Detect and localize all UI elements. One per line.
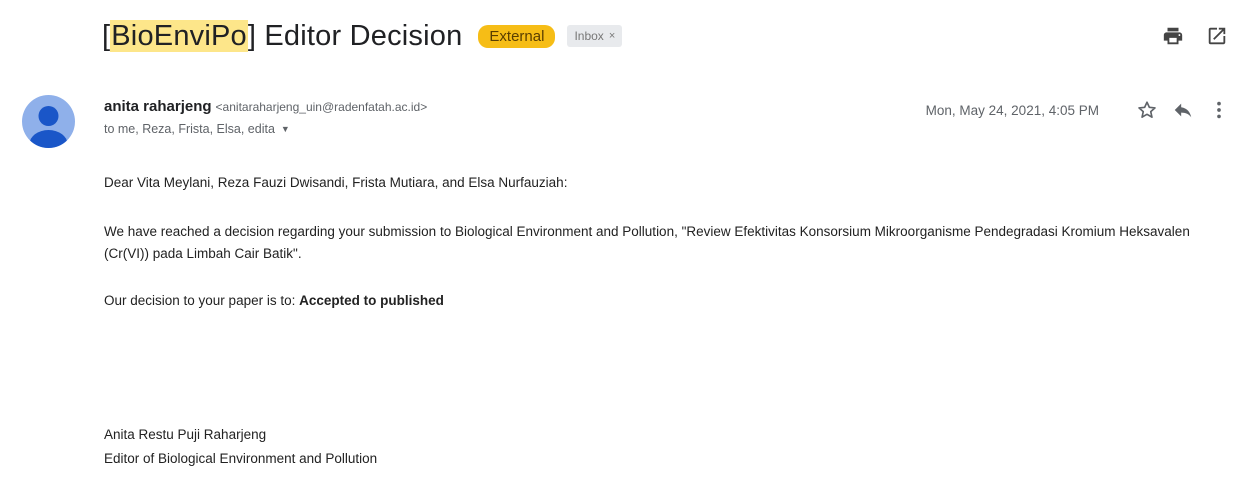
email-view: [BioEnviPo] Editor Decision External Inb… [0,0,1249,496]
open-in-new-icon [1208,27,1226,45]
signature-role: Editor of Biological Environment and Pol… [104,451,378,466]
sender-block: anita raharjeng <anitaraharjeng_uin@rade… [104,98,427,136]
decision-line: Our decision to your paper is to: Accept… [104,290,1214,312]
subject-title: Editor Decision [264,19,463,52]
external-badge: External [478,24,556,48]
default-person-icon [29,106,68,148]
signature-name: Anita Restu Puji Raharjeng [104,427,267,442]
sender-line: anita raharjeng <anitaraharjeng_uin@rade… [104,98,427,115]
greeting: Dear Vita Meylani, Reza Fauzi Dwisandi, … [104,175,568,190]
top-actions [1141,24,1229,48]
message-body: Dear Vita Meylani, Reza Fauzi Dwisandi, … [104,172,1214,312]
subject-tag: BioEnviPo [110,19,248,52]
recipients-line: to me, Reza, Frista, Elsa, edita ▼ [104,122,427,136]
signature: Anita Restu Puji Raharjeng Editor of Bio… [104,423,377,471]
remove-label-button[interactable]: × [609,28,615,44]
reply-icon [1174,103,1192,118]
message-meta: Mon, May 24, 2021, 4:05 PM [926,98,1231,122]
open-in-new-window-button[interactable] [1205,24,1229,48]
sender-email: <anitaraharjeng_uin@radenfatah.ac.id> [215,100,428,114]
print-button[interactable] [1161,24,1185,48]
inbox-label-text: Inbox [574,29,604,43]
more-options-button[interactable] [1207,98,1231,122]
message-date: Mon, May 24, 2021, 4:05 PM [925,102,1099,118]
avatar[interactable] [22,95,75,148]
more-vert-icon [1217,101,1221,119]
decision-value: Accepted to published [299,293,444,308]
decision-prefix: Our decision to your paper is to: [104,293,296,308]
print-icon [1163,27,1183,45]
email-subject: [BioEnviPo] Editor Decision [102,19,463,52]
decision-paragraph: We have reached a decision regarding you… [104,224,1190,261]
subject-row: [BioEnviPo] Editor Decision External Inb… [102,14,623,58]
star-button[interactable] [1135,98,1159,122]
sender-name[interactable]: anita raharjeng [104,98,212,115]
inbox-label[interactable]: Inbox × [567,25,623,47]
recipients-text: to me, Reza, Frista, Elsa, edita [104,122,275,136]
show-details-chevron-down-icon[interactable]: ▼ [281,124,290,134]
reply-button[interactable] [1171,98,1195,122]
star-icon [1138,101,1156,118]
